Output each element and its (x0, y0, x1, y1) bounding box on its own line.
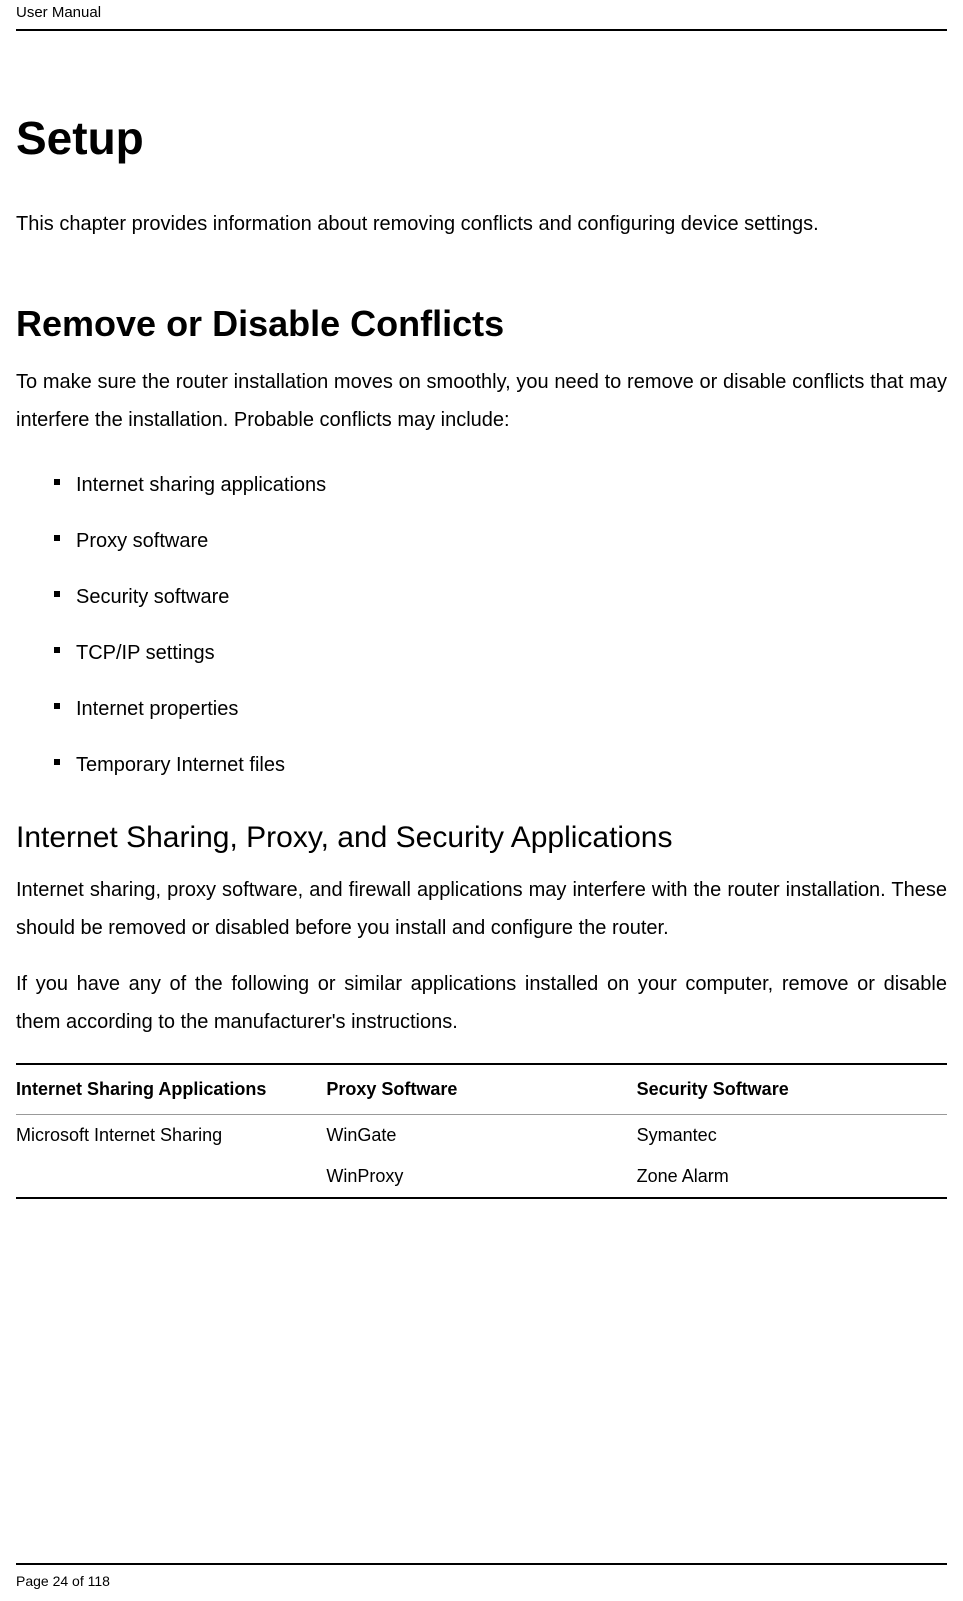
heading-applications: Internet Sharing, Proxy, and Security Ap… (16, 821, 947, 855)
list-item: Internet sharing applications (16, 457, 947, 513)
page-footer: Page 24 of 118 (16, 1563, 947, 1589)
intro-paragraph: This chapter provides information about … (16, 205, 947, 243)
document-header: User Manual (16, 0, 947, 31)
table-cell: Symantec (637, 1115, 947, 1157)
table-header: Proxy Software (326, 1064, 636, 1115)
list-item: TCP/IP settings (16, 625, 947, 681)
table-header: Internet Sharing Applications (16, 1064, 326, 1115)
table-cell: Zone Alarm (637, 1156, 947, 1198)
header-title: User Manual (16, 4, 101, 21)
table-cell: WinGate (326, 1115, 636, 1157)
table-header: Security Software (637, 1064, 947, 1115)
table-header-row: Internet Sharing Applications Proxy Soft… (16, 1064, 947, 1115)
list-item: Internet properties (16, 681, 947, 737)
applications-paragraph-1: Internet sharing, proxy software, and fi… (16, 871, 947, 947)
page-container: User Manual Setup This chapter provides … (0, 0, 963, 1601)
table-row: WinProxy Zone Alarm (16, 1156, 947, 1198)
list-item: Security software (16, 569, 947, 625)
table-cell: WinProxy (326, 1156, 636, 1198)
applications-paragraph-2: If you have any of the following or simi… (16, 965, 947, 1041)
conflicts-list: Internet sharing applications Proxy soft… (16, 457, 947, 793)
heading-setup: Setup (16, 111, 947, 165)
heading-remove-conflicts: Remove or Disable Conflicts (16, 303, 947, 345)
table-cell: Microsoft Internet Sharing (16, 1115, 326, 1157)
list-item: Proxy software (16, 513, 947, 569)
table-row: Microsoft Internet Sharing WinGate Syman… (16, 1115, 947, 1157)
applications-table: Internet Sharing Applications Proxy Soft… (16, 1063, 947, 1199)
table-cell (16, 1156, 326, 1198)
page-number: Page 24 of 118 (16, 1573, 110, 1589)
list-item: Temporary Internet files (16, 737, 947, 793)
conflicts-paragraph: To make sure the router installation mov… (16, 363, 947, 439)
